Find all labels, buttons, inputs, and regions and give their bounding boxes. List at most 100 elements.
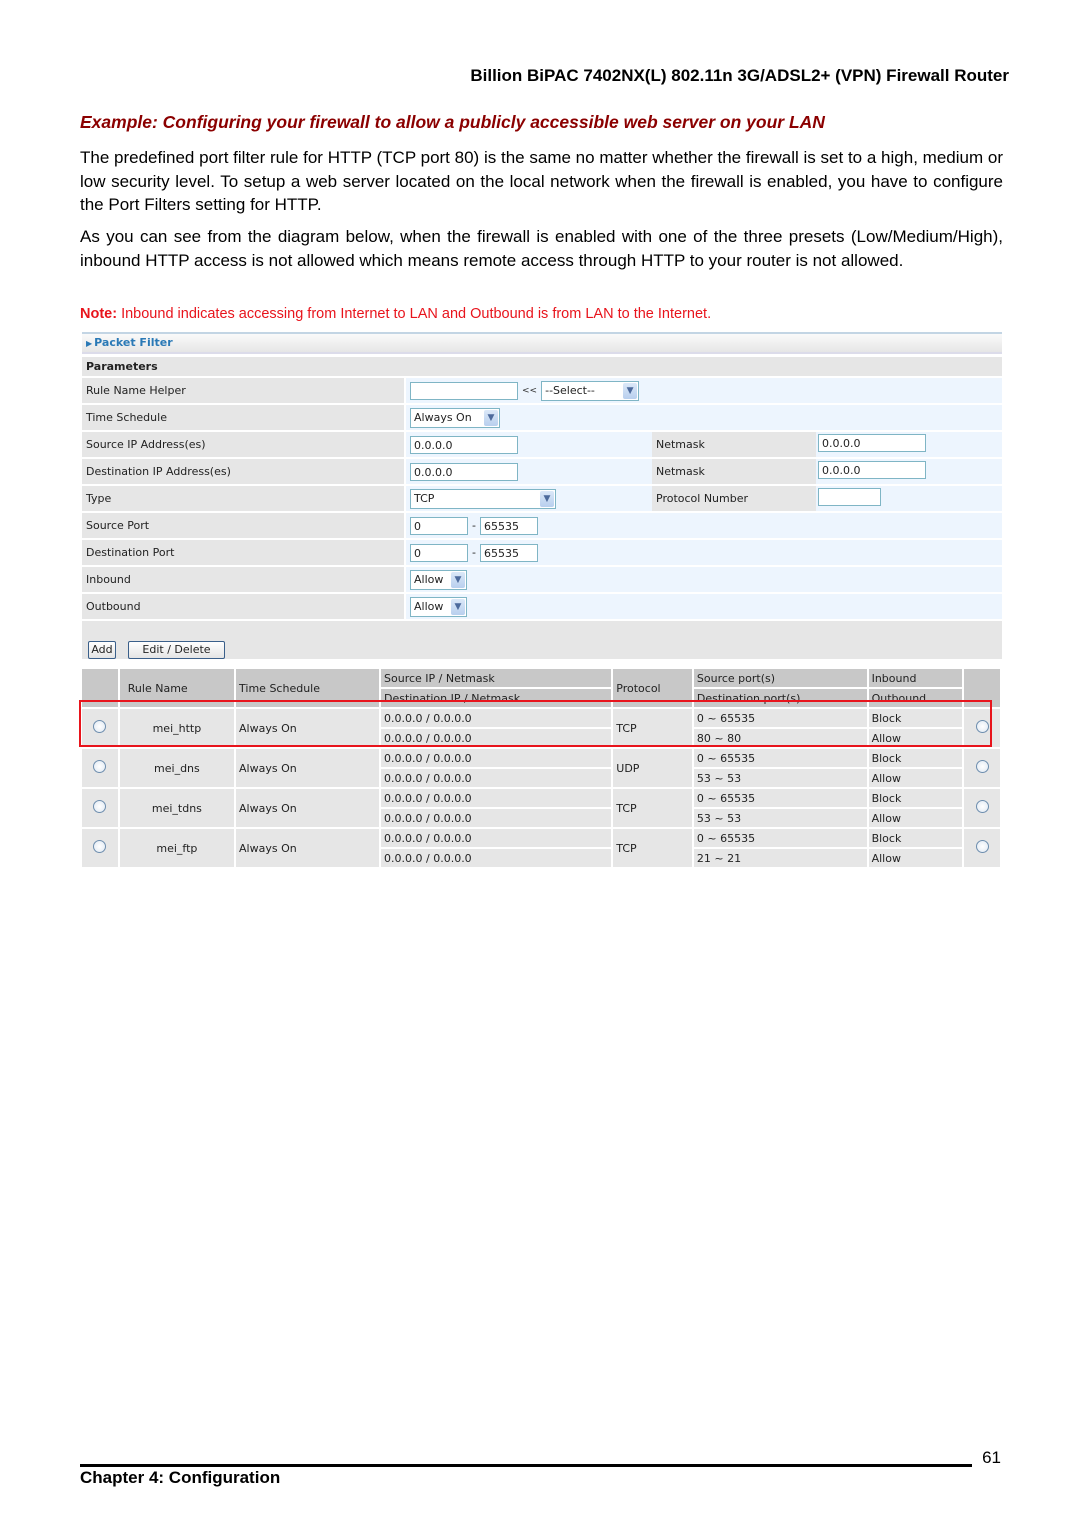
table-row: mei_http Always On 0.0.0.0 / 0.0.0.0 TCP 0 ~…	[82, 709, 1000, 747]
type-label: Type	[82, 486, 404, 511]
packet-filter-title[interactable]: ▶ Packet Filter	[82, 332, 1002, 354]
paragraph: The predefined port filter rule for HTTP…	[80, 148, 1003, 214]
rules-table: Rule Name Time Schedule Source IP / Netm…	[80, 667, 1002, 869]
destination-netmask-input[interactable]: 0.0.0.0	[818, 461, 926, 479]
source-port-cell: 0 ~ 65535	[693, 789, 867, 807]
destination-port-row: Destination Port 0 - 65535	[82, 540, 1002, 565]
source-ip-cell: 0.0.0.0 / 0.0.0.0	[381, 829, 612, 847]
table-row: mei_ftp Always On 0.0.0.0 / 0.0.0.0 TCP 0 ~ …	[82, 829, 1000, 867]
destination-port-from-input[interactable]: 0	[410, 543, 468, 562]
source-ip-cell: 0.0.0.0 / 0.0.0.0	[381, 789, 612, 807]
outbound-cell: Allow	[868, 849, 963, 867]
protocol-number-input[interactable]	[818, 488, 881, 506]
destination-netmask-label: Netmask	[652, 459, 816, 484]
protocol-header: Protocol	[613, 669, 692, 707]
select-radio[interactable]	[93, 720, 107, 733]
schedule-cell: Always On	[236, 829, 380, 867]
destination-ip-header: Destination IP / Netmask	[381, 689, 612, 707]
destination-ip-input[interactable]: 0.0.0.0	[410, 462, 518, 481]
outbound-header: Outbound	[868, 689, 963, 707]
chapter-title: Chapter 4: Configuration	[80, 1468, 281, 1487]
chevron-down-icon: ▼	[451, 571, 465, 588]
source-port-cell: 0 ~ 65535	[693, 829, 867, 847]
select-radio[interactable]	[93, 800, 107, 813]
chevron-down-icon: ▼	[540, 490, 554, 507]
footer-divider	[80, 1464, 972, 1467]
schedule-cell: Always On	[236, 789, 380, 827]
example-heading: Example: Configuring your firewall to al…	[80, 112, 825, 132]
rule-name-cell: mei_tdns	[119, 789, 235, 827]
source-ip-label: Source IP Address(es)	[82, 432, 404, 457]
add-button[interactable]: Add	[88, 641, 116, 659]
select-radio-right[interactable]	[975, 840, 989, 853]
rule-name-label: Rule Name Helper	[82, 378, 404, 403]
inbound-cell: Block	[868, 709, 963, 727]
select-column-header-right	[964, 669, 1000, 707]
rule-name-cell: mei_http	[119, 709, 235, 747]
inbound-row: Inbound Allow ▼	[82, 567, 1002, 592]
inbound-label: Inbound	[82, 567, 404, 592]
parameters-header: Parameters	[82, 357, 1002, 376]
outbound-select[interactable]: Allow ▼	[410, 596, 467, 617]
rule-name-row: Rule Name Helper << --Select-- ▼	[82, 378, 1002, 403]
source-port-cell: 0 ~ 65535	[693, 709, 867, 727]
rule-name-cell: mei_ftp	[119, 829, 235, 867]
protocol-cell: UDP	[613, 749, 692, 787]
button-bar: Add Edit / Delete	[82, 621, 1002, 659]
source-ip-input[interactable]: 0.0.0.0	[410, 435, 518, 454]
destination-port-label: Destination Port	[82, 540, 404, 565]
destination-port-to-input[interactable]: 65535	[479, 543, 538, 562]
time-schedule-select[interactable]: Always On ▼	[410, 407, 500, 428]
select-radio-right[interactable]	[975, 720, 989, 733]
source-netmask-input[interactable]: 0.0.0.0	[818, 434, 926, 452]
chevron-down-icon: ▼	[451, 598, 465, 615]
select-radio-right[interactable]	[975, 800, 989, 813]
select-radio[interactable]	[93, 760, 107, 773]
destination-port-cell: 80 ~ 80	[693, 729, 867, 747]
note-text: Inbound indicates accessing from Interne…	[117, 306, 712, 322]
destination-port-header: Destination port(s)	[693, 689, 867, 707]
outbound-cell: Allow	[868, 729, 963, 747]
document-header: Billion BiPAC 7402NX(L) 802.11n 3G/ADSL2…	[470, 66, 1009, 85]
note: Note: Inbound indicates accessing from I…	[80, 306, 711, 322]
source-ip-header: Source IP / Netmask	[381, 669, 612, 687]
destination-ip-row: Destination IP Address(es) 0.0.0.0 Netma…	[82, 459, 1002, 484]
page-number: 61	[982, 1448, 1001, 1467]
select-radio[interactable]	[93, 840, 107, 853]
source-port-row: Source Port 0 - 65535	[82, 513, 1002, 538]
destination-ip-cell: 0.0.0.0 / 0.0.0.0	[381, 769, 612, 787]
protocol-number-label: Protocol Number	[652, 486, 816, 511]
schedule-cell: Always On	[236, 709, 380, 747]
destination-ip-cell: 0.0.0.0 / 0.0.0.0	[381, 809, 612, 827]
outbound-row: Outbound Allow ▼	[82, 594, 1002, 619]
destination-ip-label: Destination IP Address(es)	[82, 459, 404, 484]
table-row: mei_tdns Always On 0.0.0.0 / 0.0.0.0 TCP 0 ~…	[82, 789, 1000, 827]
table-row: mei_dns Always On 0.0.0.0 / 0.0.0.0 UDP 0 ~ …	[82, 749, 1000, 787]
destination-port-cell: 21 ~ 21	[693, 849, 867, 867]
rule-name-input[interactable]	[410, 381, 518, 400]
rule-helper-select[interactable]: --Select-- ▼	[541, 380, 640, 401]
source-port-to-input[interactable]: 65535	[479, 516, 538, 535]
select-radio-right[interactable]	[975, 760, 989, 773]
helper-arrow: <<	[522, 385, 538, 396]
source-port-label: Source Port	[82, 513, 404, 538]
chevron-down-icon: ▼	[623, 382, 638, 399]
inbound-header: Inbound	[868, 669, 963, 687]
range-separator: -	[472, 519, 476, 532]
rule-name-header: Rule Name	[119, 669, 235, 707]
select-column-header	[82, 669, 118, 707]
inbound-select[interactable]: Allow ▼	[410, 569, 467, 590]
protocol-cell: TCP	[613, 829, 692, 867]
chevron-down-icon: ▼	[484, 409, 498, 426]
edit-delete-button[interactable]: Edit / Delete	[128, 641, 225, 659]
rule-name-cell: mei_dns	[119, 749, 235, 787]
inbound-cell: Block	[868, 789, 963, 807]
type-select[interactable]: TCP ▼	[410, 488, 556, 509]
destination-port-cell: 53 ~ 53	[693, 769, 867, 787]
inbound-cell: Block	[868, 829, 963, 847]
source-ip-cell: 0.0.0.0 / 0.0.0.0	[381, 709, 612, 727]
source-ip-row: Source IP Address(es) 0.0.0.0 Netmask 0.…	[82, 432, 1002, 457]
source-port-from-input[interactable]: 0	[410, 516, 468, 535]
time-schedule-header: Time Schedule	[236, 669, 380, 707]
source-port-header: Source port(s)	[693, 669, 867, 687]
